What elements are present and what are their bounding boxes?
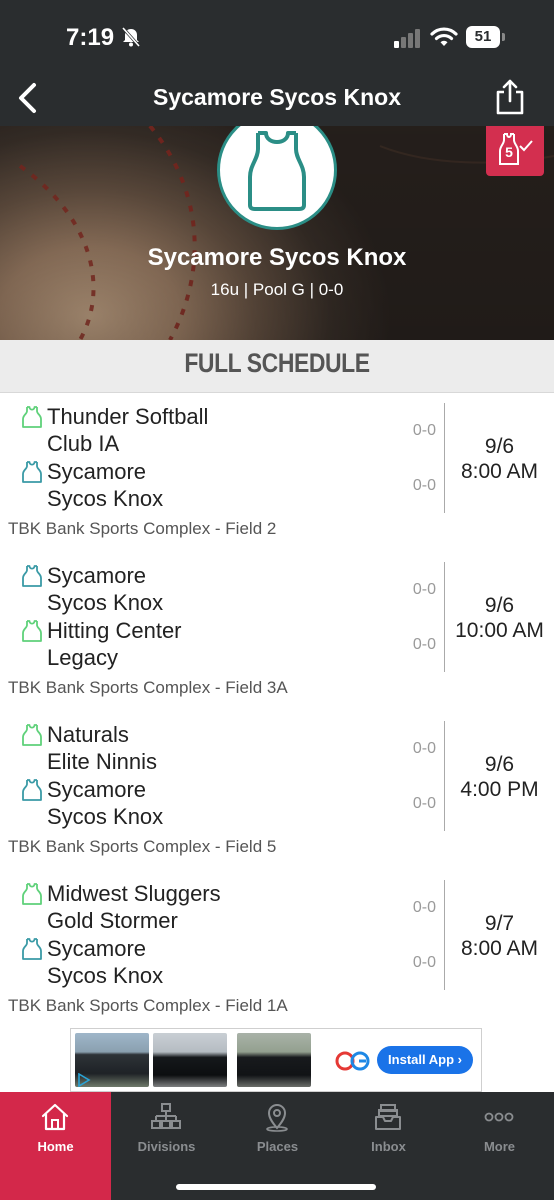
team-name-line: Sycamore: [47, 563, 147, 588]
jersey-icon: [248, 131, 306, 211]
team-name-line: Midwest Sluggers: [47, 881, 221, 906]
badge-number: 5: [505, 144, 513, 160]
home-icon: [41, 1103, 69, 1131]
game-time: 10:00 AM: [455, 619, 544, 642]
more-icon: [484, 1112, 514, 1122]
cargurus-logo: [335, 1051, 370, 1071]
team-name-line: Thunder Softball: [47, 404, 209, 429]
tab-label: Home: [37, 1139, 74, 1154]
home-score: 0-0: [412, 581, 436, 598]
home-score: 0-0: [412, 422, 436, 439]
game-time: 8:00 AM: [460, 460, 539, 483]
status-time: 7:19: [66, 24, 115, 51]
home-score: 0-0: [412, 899, 436, 916]
game-venue[interactable]: TBK Bank Sports Complex - Field 5: [8, 837, 276, 857]
home-indicator: [176, 1184, 376, 1190]
home-score: 0-0: [412, 740, 436, 757]
page-title: Sycamore Sycos Knox: [152, 84, 401, 110]
jersey-icon: [22, 565, 42, 587]
game-card[interactable]: Sycamore Sycos Knox 0-0 Hitting Center L…: [0, 552, 554, 712]
game-venue[interactable]: TBK Bank Sports Complex - Field 3A: [8, 678, 288, 698]
schedule-header: FULL SCHEDULE: [0, 340, 554, 393]
team-name-line: Naturals: [47, 722, 129, 747]
jersey-icon: [22, 406, 42, 428]
inbox-icon: [375, 1104, 401, 1130]
team-subtitle: 16u | Pool G | 0-0: [210, 280, 344, 299]
wifi-icon: [430, 27, 458, 46]
team-name-line: Sycos Knox: [47, 804, 164, 829]
tab-home[interactable]: Home: [0, 1092, 111, 1200]
game-venue[interactable]: TBK Bank Sports Complex - Field 1A: [8, 996, 288, 1016]
game-date: 9/6: [484, 753, 515, 776]
tab-label: Places: [256, 1139, 299, 1154]
jersey-icon: [22, 620, 42, 642]
jersey-icon: [22, 779, 42, 801]
team-name-line: Elite Ninnis: [47, 749, 158, 774]
tab-label: Divisions: [137, 1139, 196, 1154]
ad-choices-icon[interactable]: [77, 1073, 91, 1087]
checked-in-badge[interactable]: 5: [486, 126, 544, 176]
team-name-line: Hitting Center: [47, 618, 182, 643]
game-time: 4:00 PM: [460, 778, 539, 801]
tab-label: Inbox: [371, 1139, 406, 1154]
away-score: 0-0: [412, 636, 436, 653]
jersey-icon: [22, 938, 42, 960]
tab-label: More: [483, 1139, 516, 1154]
divisions-icon: [151, 1103, 181, 1129]
battery-icon: 51: [466, 26, 506, 48]
cell-signal-icon: [394, 29, 420, 48]
away-score: 0-0: [412, 477, 436, 494]
status-bar: 7:19 51: [0, 0, 554, 70]
game-time: 8:00 AM: [460, 937, 539, 960]
team-name-line: Sycamore: [47, 459, 147, 484]
install-app-button[interactable]: Install App ›: [377, 1046, 473, 1074]
jersey-icon: [22, 883, 42, 905]
places-icon: [266, 1104, 288, 1132]
game-date: 9/6: [484, 435, 515, 458]
ad-car-image: [237, 1033, 311, 1087]
team-name-line: Club IA: [47, 431, 120, 456]
share-icon[interactable]: [494, 78, 526, 116]
game-card[interactable]: Midwest Sluggers Gold Stormer 0-0 Sycamo…: [0, 870, 554, 1029]
team-name-line: Sycamore: [47, 777, 147, 802]
team-name-line: Sycos Knox: [47, 486, 164, 511]
team-name-line: Legacy: [47, 645, 118, 670]
away-score: 0-0: [412, 795, 436, 812]
team-name-line: Sycamore: [47, 936, 147, 961]
away-score: 0-0: [412, 954, 436, 971]
battery-level: 51: [474, 28, 492, 45]
ad-banner[interactable]: Install App ›: [70, 1028, 482, 1092]
team-name-line: Sycos Knox: [47, 963, 164, 988]
nav-bar: Sycamore Sycos Knox: [0, 70, 554, 126]
bell-muted-icon: [121, 27, 141, 47]
tab-more[interactable]: More: [444, 1092, 554, 1200]
team-hero: 5 Sycamore Sycos Knox 16u | Pool G | 0-0: [0, 126, 554, 340]
game-date: 9/7: [484, 912, 515, 935]
game-card[interactable]: Naturals Elite Ninnis 0-0 Sycamore Sycos…: [0, 711, 554, 871]
jersey-icon: [22, 461, 42, 483]
game-date: 9/6: [484, 594, 515, 617]
jersey-icon: [22, 724, 42, 746]
team-name-line: Sycos Knox: [47, 590, 164, 615]
team-name: Sycamore Sycos Knox: [147, 244, 407, 271]
ad-car-image: [153, 1033, 227, 1087]
schedule-title: FULL SCHEDULE: [184, 348, 370, 378]
team-name-line: Gold Stormer: [47, 908, 178, 933]
game-venue[interactable]: TBK Bank Sports Complex - Field 2: [8, 519, 276, 539]
game-card[interactable]: Thunder Softball Club IA 0-0 Sycamore Sy…: [0, 393, 554, 553]
